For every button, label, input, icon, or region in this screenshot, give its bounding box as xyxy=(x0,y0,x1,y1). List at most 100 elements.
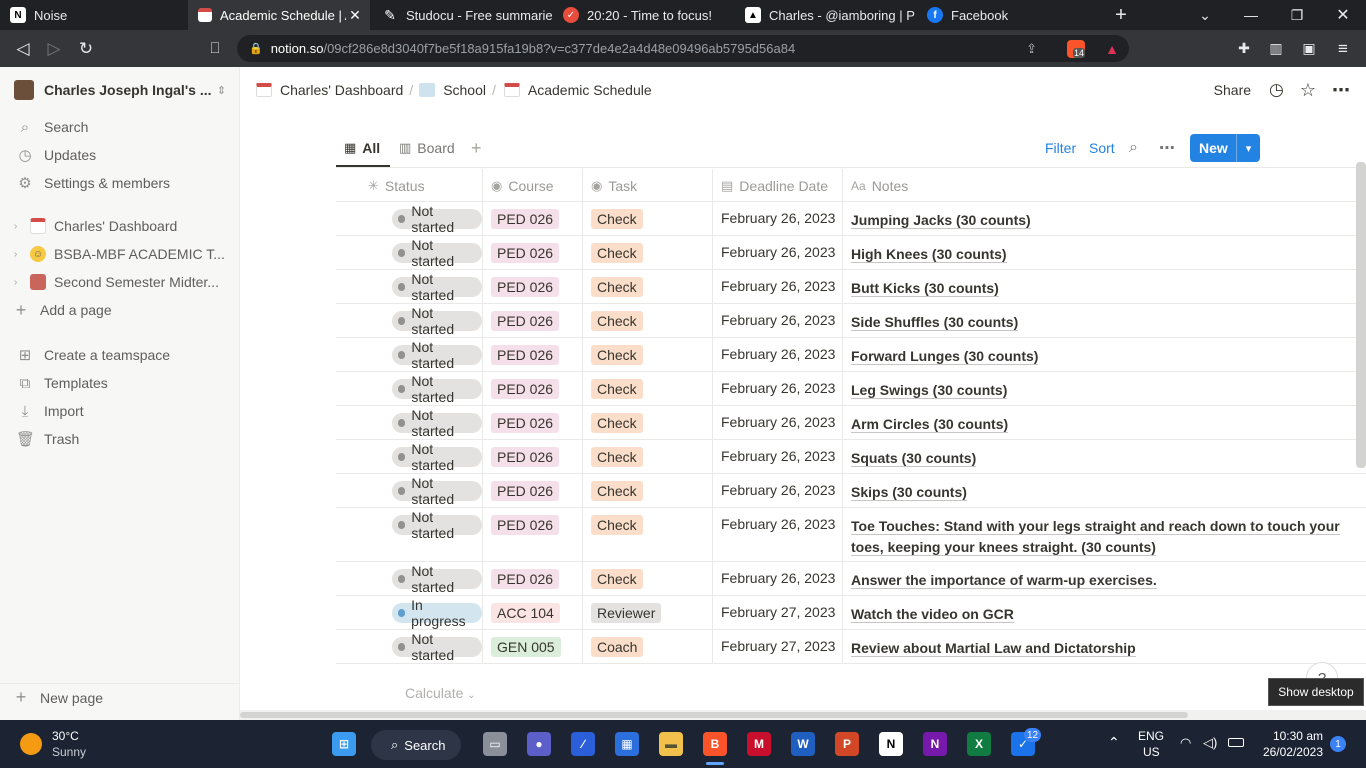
notes-cell[interactable]: Answer the importance of warm-up exercis… xyxy=(843,562,1366,595)
status-cell[interactable]: Not started xyxy=(360,270,483,303)
more-icon[interactable]: ⋯ xyxy=(1332,80,1350,101)
status-badge[interactable]: Not started xyxy=(392,631,482,663)
column-header-task[interactable]: ◉ Task xyxy=(583,169,713,202)
store-icon[interactable]: ▦ xyxy=(615,732,639,756)
table-row[interactable]: Not started PED 026 Check February 26, 2023… xyxy=(336,372,1366,406)
task-cell[interactable]: Check xyxy=(583,304,713,337)
course-tag[interactable]: PED 026 xyxy=(491,277,560,297)
deadline-cell[interactable]: February 26, 2023 xyxy=(713,562,843,595)
workspace-switcher[interactable]: Charles Joseph Ingal's ... ⇕ xyxy=(0,76,240,104)
status-badge[interactable]: In progress xyxy=(392,597,482,629)
table-row[interactable]: In progress ACC 104 Reviewer February 27, 2… xyxy=(336,596,1366,630)
new-page-button[interactable]: + New page xyxy=(0,683,240,711)
course-cell[interactable]: PED 026 xyxy=(483,270,583,303)
table-row[interactable]: Not started PED 026 Check February 26, 2023… xyxy=(336,304,1366,338)
status-cell[interactable]: Not started xyxy=(360,372,483,405)
language-label[interactable]: ENG xyxy=(1138,729,1164,743)
breadcrumb-dashboard[interactable]: Charles' Dashboard xyxy=(280,82,403,98)
status-badge[interactable]: Not started xyxy=(392,271,482,303)
task-cell[interactable]: Check xyxy=(583,474,713,507)
status-badge[interactable]: Not started xyxy=(392,475,482,507)
notes-cell[interactable]: Side Shuffles (30 counts) xyxy=(843,304,1366,337)
vertical-scrollbar[interactable] xyxy=(1356,162,1366,468)
close-tab-icon[interactable]: ✕ xyxy=(346,7,364,24)
forward-button[interactable]: ▷ xyxy=(39,30,69,67)
task-cell[interactable]: Check xyxy=(583,202,713,235)
notes-cell[interactable]: Review about Martial Law and Dictatorshi… xyxy=(843,630,1366,663)
table-row[interactable]: Not started PED 026 Check February 26, 2023… xyxy=(336,508,1366,562)
word-icon[interactable]: W xyxy=(791,732,815,756)
notes-text[interactable]: Watch the video on GCR xyxy=(851,604,1354,625)
teams-chat-icon[interactable]: ● xyxy=(527,732,551,756)
templates[interactable]: ⧉ Templates xyxy=(0,369,240,397)
onenote-icon[interactable]: N xyxy=(923,732,947,756)
notes-text[interactable]: Answer the importance of warm-up exercis… xyxy=(851,570,1354,591)
notes-cell[interactable]: Skips (30 counts) xyxy=(843,474,1366,507)
pen-app-icon[interactable]: ∕ xyxy=(571,732,595,756)
notes-cell[interactable]: Forward Lunges (30 counts) xyxy=(843,338,1366,371)
table-row[interactable]: Not started PED 026 Check February 26, 2023… xyxy=(336,202,1366,236)
notes-text[interactable]: Arm Circles (30 counts) xyxy=(851,414,1354,435)
new-button[interactable]: New ▾ xyxy=(1190,134,1260,162)
status-cell[interactable]: Not started xyxy=(360,630,483,663)
search-button[interactable]: ⌕ xyxy=(1129,137,1138,159)
table-row[interactable]: Not started GEN 005 Coach February 27, 2023… xyxy=(336,630,1366,664)
notes-text[interactable]: Toe Touches: Stand with your legs straig… xyxy=(851,516,1354,558)
course-cell[interactable]: PED 026 xyxy=(483,406,583,439)
url-field[interactable]: 🔒 notion.so /09cf286e8d3040f7be5f18a915f… xyxy=(237,35,1129,62)
notes-text[interactable]: Jumping Jacks (30 counts) xyxy=(851,210,1354,231)
tab-board[interactable]: ▥ Board xyxy=(399,137,455,159)
notes-cell[interactable]: Squats (30 counts) xyxy=(843,440,1366,473)
close-window-button[interactable]: ✕ xyxy=(1320,0,1366,30)
course-tag[interactable]: PED 026 xyxy=(491,481,560,501)
minimize-button[interactable]: — xyxy=(1228,0,1274,30)
tab-search-button[interactable]: ⌄ xyxy=(1182,0,1228,30)
table-row[interactable]: Not started PED 026 Check February 26, 2023… xyxy=(336,406,1366,440)
notes-cell[interactable]: Leg Swings (30 counts) xyxy=(843,372,1366,405)
task-cell[interactable]: Check xyxy=(583,270,713,303)
wallet-button[interactable]: ▣ xyxy=(1294,30,1324,67)
brave-browser-icon[interactable]: B xyxy=(703,732,727,756)
status-badge[interactable]: Not started xyxy=(392,203,482,235)
table-row[interactable]: Not started PED 026 Check February 26, 2023… xyxy=(336,562,1366,596)
task-tag[interactable]: Check xyxy=(591,379,643,399)
status-cell[interactable]: Not started xyxy=(360,508,483,561)
chevron-up-icon[interactable]: ⌃ xyxy=(1108,734,1120,751)
course-tag[interactable]: PED 026 xyxy=(491,569,560,589)
status-badge[interactable]: Not started xyxy=(392,563,482,595)
deadline-cell[interactable]: February 26, 2023 xyxy=(713,202,843,235)
breadcrumb-school[interactable]: School xyxy=(443,82,486,98)
sidebar-page-midterm[interactable]: › Second Semester Midter... xyxy=(0,268,240,296)
status-badge[interactable]: Not started xyxy=(392,509,482,541)
task-cell[interactable]: Check xyxy=(583,236,713,269)
menu-button[interactable]: ≡ xyxy=(1328,30,1358,67)
task-view-icon[interactable]: ▭ xyxy=(483,732,507,756)
course-tag[interactable]: ACC 104 xyxy=(491,603,560,623)
back-button[interactable]: ◁ xyxy=(8,30,38,67)
column-header-course[interactable]: ◉ Course xyxy=(483,169,583,202)
task-cell[interactable]: Check xyxy=(583,562,713,595)
course-tag[interactable]: PED 026 xyxy=(491,413,560,433)
notes-text[interactable]: Review about Martial Law and Dictatorshi… xyxy=(851,638,1354,659)
course-cell[interactable]: PED 026 xyxy=(483,338,583,371)
tab-noise[interactable]: N Noise xyxy=(0,0,186,30)
deadline-cell[interactable]: February 27, 2023 xyxy=(713,630,843,663)
breadcrumb-academic-schedule[interactable]: Academic Schedule xyxy=(528,82,652,98)
task-tag[interactable]: Check xyxy=(591,311,643,331)
task-tag[interactable]: Check xyxy=(591,515,643,535)
notes-text[interactable]: Forward Lunges (30 counts) xyxy=(851,346,1354,367)
deadline-cell[interactable]: February 26, 2023 xyxy=(713,474,843,507)
tab-studocu[interactable]: ✎ Studocu - Free summaries, xyxy=(372,0,552,30)
course-tag[interactable]: PED 026 xyxy=(491,243,560,263)
brave-rewards-icon[interactable]: ▲ xyxy=(1105,41,1119,57)
powerpoint-icon[interactable]: P xyxy=(835,732,859,756)
horizontal-scrollbar[interactable] xyxy=(240,710,1366,720)
task-cell[interactable]: Check xyxy=(583,508,713,561)
tab-academic-schedule[interactable]: Academic Schedule | Al ✕ xyxy=(188,0,370,30)
wifi-icon[interactable]: ◠ xyxy=(1180,735,1191,751)
column-header-deadline[interactable]: ▤ Deadline Date xyxy=(713,169,843,202)
history-icon[interactable]: ◷ xyxy=(1269,80,1284,100)
deadline-cell[interactable]: February 27, 2023 xyxy=(713,596,843,629)
status-cell[interactable]: Not started xyxy=(360,562,483,595)
course-tag[interactable]: PED 026 xyxy=(491,515,560,535)
